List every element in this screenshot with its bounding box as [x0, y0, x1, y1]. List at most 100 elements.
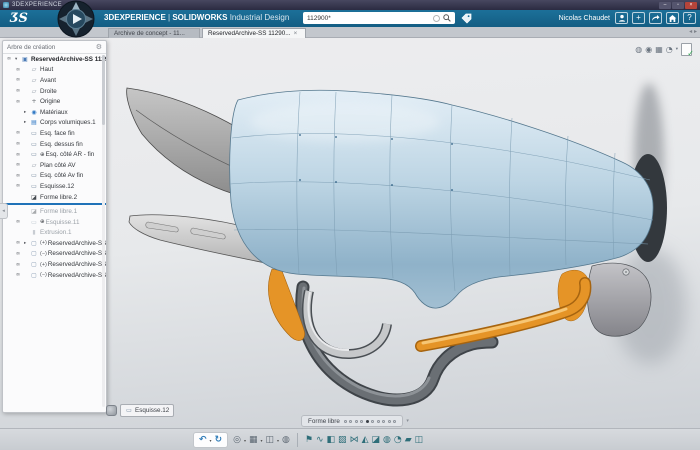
- page-dot[interactable]: [388, 420, 391, 423]
- tree-item[interactable]: ∞▢(−)ReservedArchive-SS 1121: [3, 249, 106, 260]
- tab-reserved-archive[interactable]: ReservedArchive-SS 11290... ×: [202, 28, 306, 38]
- save-validate-button[interactable]: ✓: [681, 43, 692, 56]
- undo-button-icon[interactable]: ↶: [199, 433, 207, 447]
- tree-item[interactable]: ∞▱Droite: [3, 86, 106, 97]
- visibility-glasses-icon[interactable]: ∞: [12, 88, 24, 94]
- shaded-view-button-icon[interactable]: ◎: [233, 433, 241, 447]
- page-dot[interactable]: [366, 420, 369, 423]
- page-dot[interactable]: [344, 420, 347, 423]
- visibility-glasses-icon[interactable]: ∞: [12, 77, 24, 83]
- rollback-bar[interactable]: [3, 203, 106, 205]
- tree-item[interactable]: ∞+Origine: [3, 96, 106, 107]
- surface-tool-1-icon[interactable]: ⚑: [305, 433, 313, 447]
- tree-item[interactable]: ▸▤Corps volumiques.1: [3, 118, 106, 129]
- close-button[interactable]: ×: [685, 2, 697, 9]
- tree-item[interactable]: ∞▭Esq. dessus fin: [3, 139, 106, 150]
- surface-tool-10-icon[interactable]: ▰: [405, 433, 412, 447]
- surface-tool-11-icon[interactable]: ◫: [415, 433, 424, 447]
- tree-item[interactable]: ∞▢(+)ReservedArchive-SS 1128: [3, 259, 106, 270]
- page-dot[interactable]: [382, 420, 385, 423]
- search-icon[interactable]: [443, 14, 451, 22]
- visibility-glasses-icon[interactable]: ∞: [12, 219, 24, 225]
- view-options-icon[interactable]: ◉: [645, 45, 652, 54]
- grid-display-icon[interactable]: ▦: [655, 45, 663, 54]
- compass-icon[interactable]: [57, 0, 95, 38]
- visibility-glasses-icon[interactable]: ∞: [12, 173, 24, 179]
- tree-item[interactable]: ∞▢(−)ReservedArchive-SS 1013: [3, 270, 106, 281]
- tab-scroll-arrows[interactable]: ◂ ▸: [689, 28, 697, 35]
- tree-item[interactable]: ∞▭Esq. côté Av fin: [3, 171, 106, 182]
- active-sketch-chip[interactable]: ▭ Esquisse.12: [120, 404, 174, 417]
- tree-item[interactable]: ∞▱Plan côté AV: [3, 160, 106, 171]
- dassault-logo-icon[interactable]: ƷS: [10, 10, 28, 27]
- chevron-down-icon[interactable]: ▾: [277, 438, 279, 443]
- visibility-glasses-icon[interactable]: ∞: [12, 130, 24, 136]
- share-button[interactable]: [649, 12, 662, 24]
- tree-item[interactable]: ∞▭Esq. face fin: [3, 128, 106, 139]
- visibility-glasses-icon[interactable]: ∞: [12, 99, 24, 105]
- tab-close-icon[interactable]: ×: [293, 29, 297, 38]
- chevron-down-icon[interactable]: ▾: [244, 438, 246, 443]
- tree-item[interactable]: ▮Extrusion.1: [3, 228, 106, 239]
- tree-item[interactable]: ∞▭⊕Esquisse.11: [3, 217, 106, 228]
- surface-tool-6-icon[interactable]: ◭: [362, 433, 369, 447]
- surface-tool-2-icon[interactable]: ∿: [316, 433, 324, 447]
- wireframe-view-button-icon[interactable]: ◍: [282, 433, 290, 447]
- section-view-icon[interactable]: ◔: [666, 45, 673, 54]
- section-dots[interactable]: [344, 420, 397, 423]
- visibility-glasses-icon[interactable]: ∞: [12, 141, 24, 147]
- surface-tool-3-icon[interactable]: ◧: [327, 433, 336, 447]
- tag-icon[interactable]: [461, 13, 472, 24]
- tree-scrollbar[interactable]: [102, 55, 105, 407]
- search-clear-icon[interactable]: [433, 15, 440, 22]
- visibility-glasses-icon[interactable]: ∞: [12, 240, 24, 246]
- gear-icon[interactable]: ⚙: [96, 43, 102, 51]
- visibility-glasses-icon[interactable]: ∞: [3, 56, 15, 62]
- chevron-down-icon[interactable]: ▾: [676, 47, 678, 52]
- surface-tool-5-icon[interactable]: ⋈: [350, 433, 359, 447]
- manipulator-icon[interactable]: [106, 405, 117, 416]
- visibility-glasses-icon[interactable]: ∞: [12, 251, 24, 257]
- tree-item[interactable]: ∞▱Haut: [3, 65, 106, 76]
- visibility-glasses-icon[interactable]: ∞: [12, 262, 24, 268]
- user-name[interactable]: Nicolas Chaudet: [559, 15, 610, 22]
- page-dot[interactable]: [360, 420, 363, 423]
- section-pill[interactable]: Forme libre: [301, 415, 403, 427]
- grid-view-button-icon[interactable]: ▦: [249, 433, 258, 447]
- visibility-glasses-icon[interactable]: ∞: [12, 272, 24, 278]
- page-dot[interactable]: [393, 420, 396, 423]
- surface-tool-7-icon[interactable]: ◪: [371, 433, 380, 447]
- tab-archive-concept[interactable]: Archive de concept - 11...: [108, 28, 200, 38]
- surface-tool-4-icon[interactable]: ▨: [338, 433, 347, 447]
- tree-item[interactable]: ◪Forme libre.2: [3, 192, 106, 203]
- tree-item[interactable]: ▸◉Matériaux: [3, 107, 106, 118]
- render-style-icon[interactable]: ◍: [635, 45, 642, 54]
- page-dot[interactable]: [377, 420, 380, 423]
- surface-tool-9-icon[interactable]: ◔: [394, 433, 402, 447]
- page-dot[interactable]: [355, 420, 358, 423]
- panel-collapse-arrow[interactable]: ◂: [0, 203, 8, 219]
- plane-view-button-icon[interactable]: ◫: [266, 433, 275, 447]
- surface-tool-8-icon[interactable]: ◍: [383, 433, 391, 447]
- visibility-glasses-icon[interactable]: ∞: [12, 152, 24, 158]
- visibility-glasses-icon[interactable]: ∞: [12, 67, 24, 73]
- spring-lever-loop[interactable]: [307, 291, 387, 354]
- update-button-icon[interactable]: ↻: [215, 433, 223, 447]
- chevron-down-icon[interactable]: ▾: [261, 438, 263, 443]
- search-box[interactable]: [303, 12, 455, 24]
- search-input[interactable]: [303, 15, 433, 22]
- tree-item[interactable]: ◪Forme libre.1: [3, 206, 106, 217]
- section-chevron-icon[interactable]: ▾: [406, 418, 409, 424]
- tree-item[interactable]: ∞▸▢(+)ReservedArchive-SS 1120: [3, 238, 106, 249]
- minimize-button[interactable]: –: [659, 2, 671, 9]
- add-content-button[interactable]: +: [632, 12, 645, 24]
- tree-item[interactable]: ∞▾▣ReservedArchive-SS 112900_Dé: [3, 54, 106, 65]
- visibility-glasses-icon[interactable]: ∞: [12, 183, 24, 189]
- page-dot[interactable]: [349, 420, 352, 423]
- tree-item[interactable]: ∞▱Avant: [3, 75, 106, 86]
- home-button[interactable]: [666, 12, 679, 24]
- help-button[interactable]: ?: [683, 12, 696, 24]
- tree-item[interactable]: ∞▭Esquisse.12: [3, 181, 106, 192]
- visibility-glasses-icon[interactable]: ∞: [12, 162, 24, 168]
- rear-cap[interactable]: [587, 263, 651, 336]
